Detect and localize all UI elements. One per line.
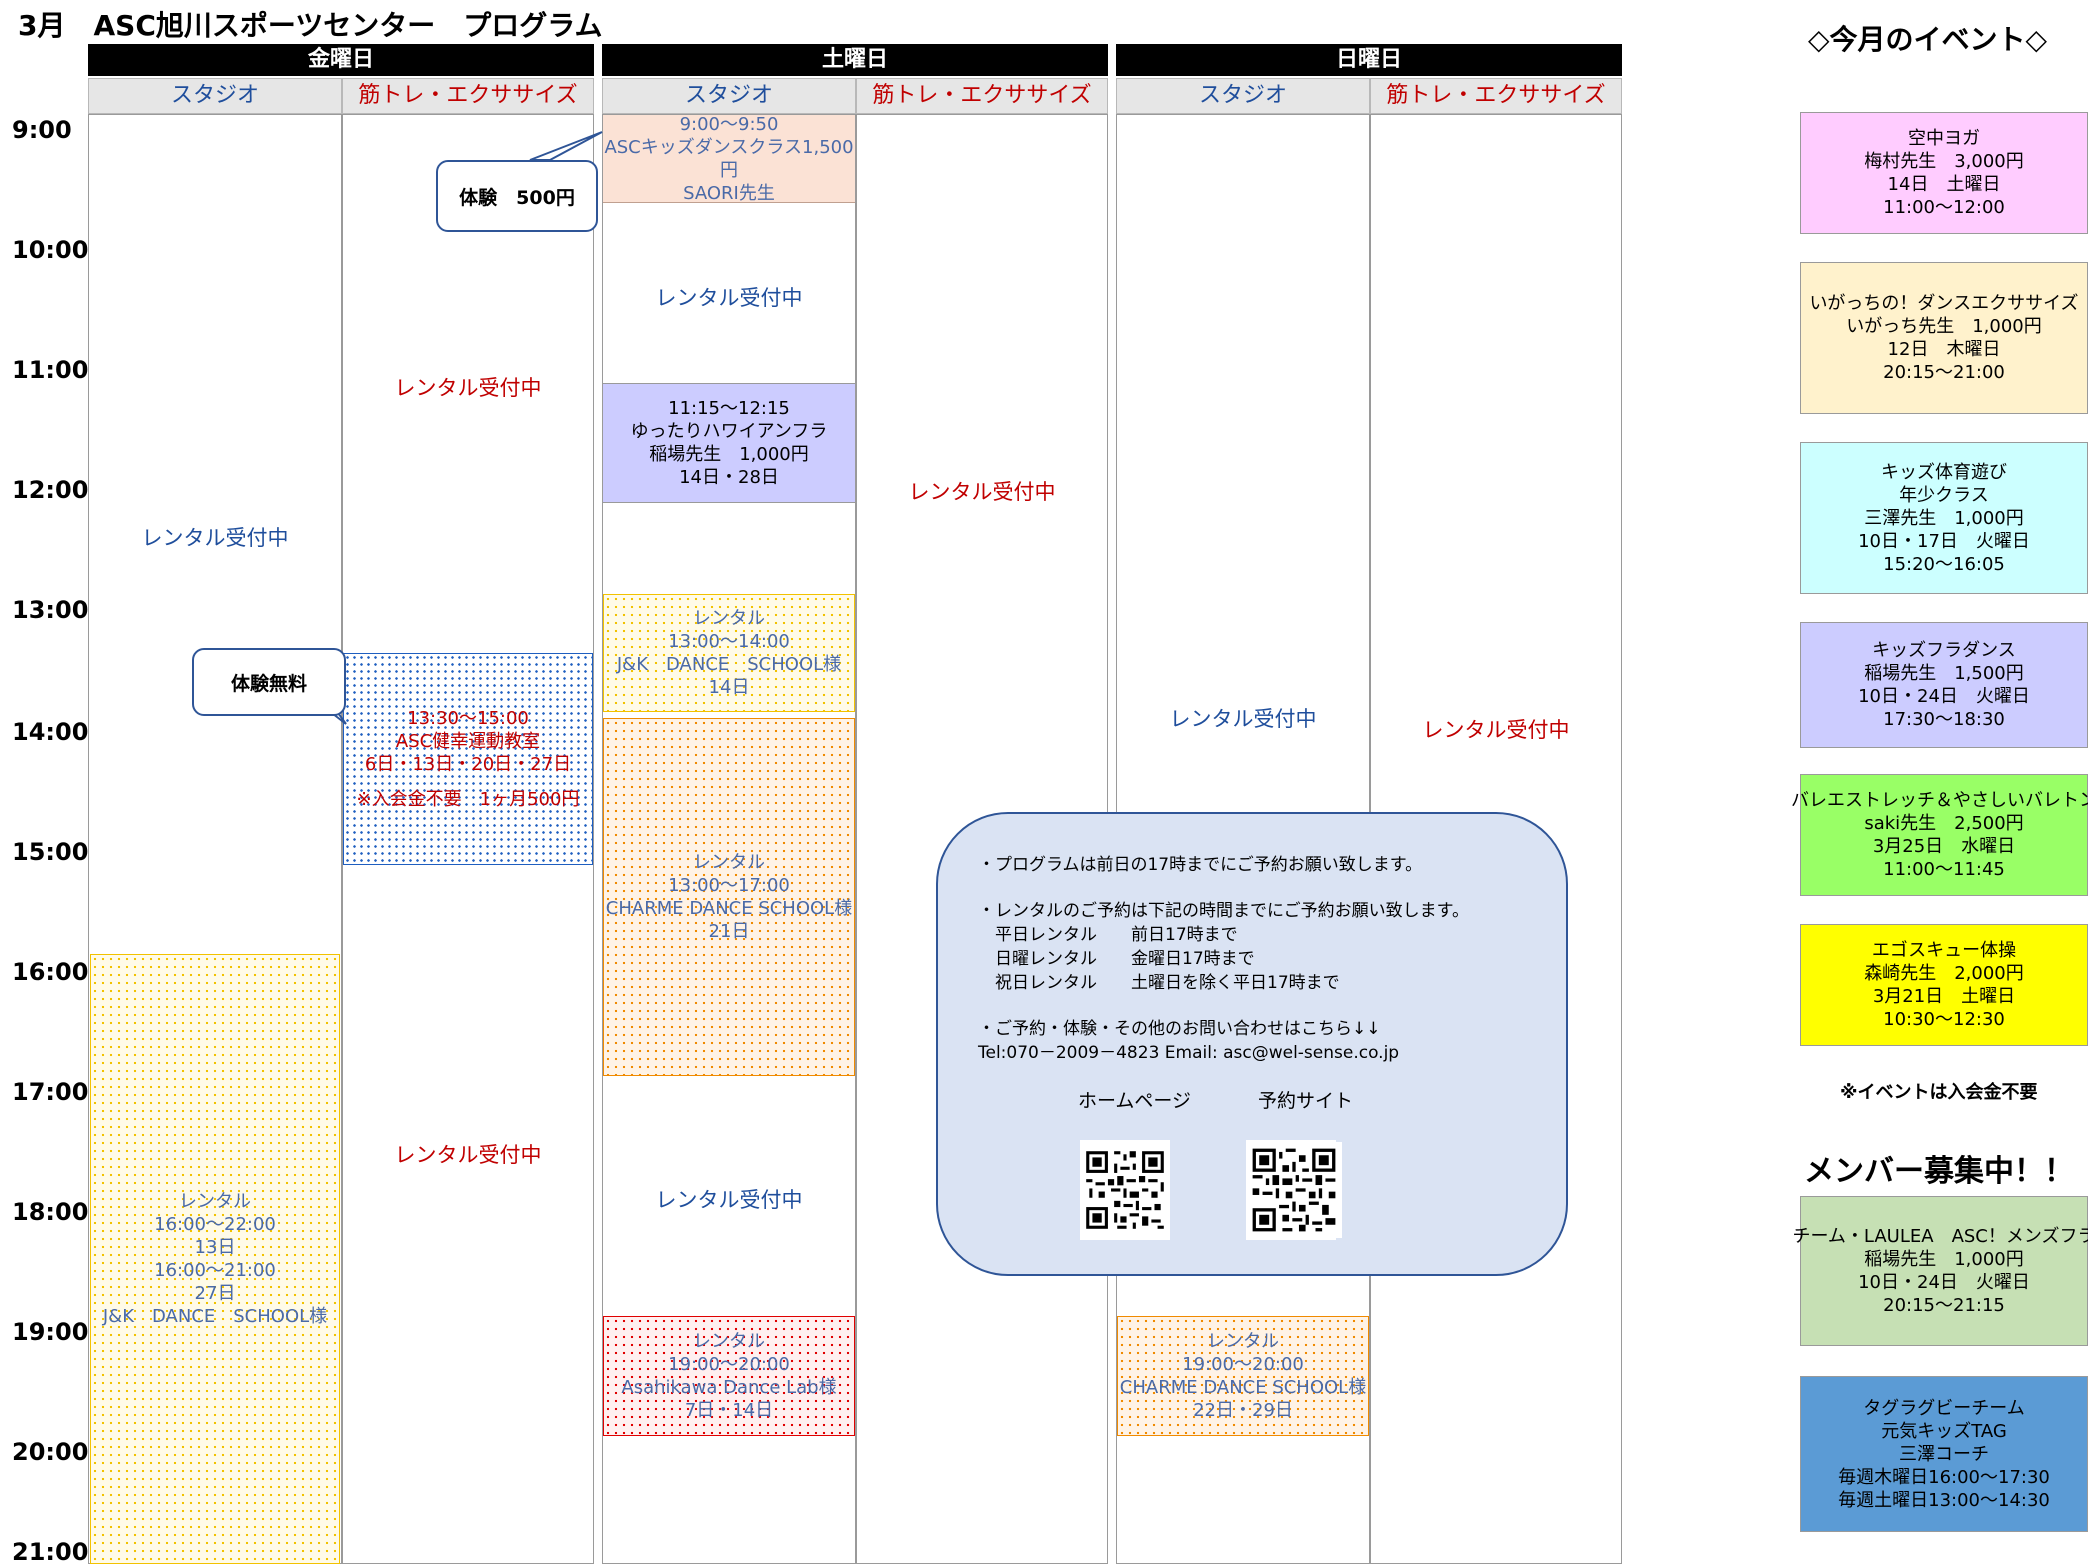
info-line: 日曜レンタル 金曜日17時まで	[978, 949, 1255, 969]
sun-studio-header: スタジオ	[1116, 78, 1370, 114]
event-card: いがっちの！ダンスエクササイズ いがっち先生 1,000円 12日 木曜日 20:15…	[1800, 262, 2088, 414]
fri-training-header: 筋トレ・エクササイズ	[342, 78, 594, 114]
events-title: ◇今月のイベント◇	[1808, 23, 2048, 56]
fri-studio-rental-block: レンタル 16:00～22:00 13日 16:00～21:00 27日 J&K…	[90, 954, 340, 1564]
info-line: 平日レンタル 前日17時まで	[978, 925, 1238, 945]
sun-charme-rental-block: レンタル 19:00～20:00 CHARME DANCE SCHOOL様 22…	[1117, 1316, 1369, 1436]
event-note: ※イベントは入会金不要	[1840, 1082, 2038, 1103]
time-label: 20:00	[12, 1438, 89, 1466]
reserve-site-label: 予約サイト	[1258, 1090, 1354, 1112]
homepage-qr-icon[interactable]	[1080, 1140, 1170, 1240]
time-label: 15:00	[12, 838, 89, 866]
sat-studio-rental-open-2: レンタル受付中	[655, 1188, 803, 1212]
sat-studio-header: スタジオ	[602, 78, 856, 114]
sat-hula-block: 11:15～12:15 ゆったりハワイアンフラ 稲場先生 1,000円 14日・…	[603, 383, 855, 503]
sat-training-header: 筋トレ・エクササイズ	[856, 78, 1108, 114]
sat-training-rental-open: レンタル受付中	[908, 480, 1056, 504]
fri-training-rental-open-1: レンタル受付中	[394, 376, 542, 400]
sat-jk-rental-block: レンタル 13:00～14:00 J&K DANCE SCHOOL様 14日	[603, 594, 855, 712]
reservation-info-box: ・プログラムは前日の17時までにご予約お願い致します。 ・レンタルのご予約は下記…	[936, 812, 1568, 1276]
event-card: キッズフラダンス 稲場先生 1,500円 10日・24日 火曜日 17:30～18:3…	[1800, 622, 2088, 748]
sun-studio-rental-open: レンタル受付中	[1169, 707, 1317, 731]
time-label: 9:00	[12, 116, 72, 144]
members-title: メンバー募集中！！	[1804, 1154, 2074, 1189]
fri-training-class-block: 13:30～15:00 ASC健幸運動教室 6日・13日・20日・27日 ※入会…	[343, 653, 593, 865]
day-header-sun: 日曜日	[1116, 44, 1622, 76]
callout-trial-free: 体験無料	[192, 648, 346, 716]
info-line: ・プログラムは前日の17時までにご予約お願い致します。	[978, 855, 1423, 875]
day-header-sat: 土曜日	[602, 44, 1108, 76]
contact-line: Tel:070－2009－4823 Email: asc@wel-sense.c…	[978, 1043, 1400, 1063]
time-label: 21:00	[12, 1538, 89, 1566]
member-card: チーム・LAULEA ASC！メンズフラ 稲場先生 1,000円 10日・24日 火…	[1792, 1196, 2088, 1346]
info-line: 祝日レンタル 土曜日を除く平日17時まで	[978, 973, 1340, 993]
sat-asahikawa-rental-block: レンタル 19:00～20:00 Asahikawa Dance Lab様 7日…	[603, 1316, 855, 1436]
sun-training-header: 筋トレ・エクササイズ	[1370, 78, 1622, 114]
homepage-label: ホームページ	[1078, 1090, 1192, 1112]
time-label: 17:00	[12, 1078, 89, 1106]
time-label: 14:00	[12, 718, 89, 746]
time-label: 12:00	[12, 476, 89, 504]
reserve-site-qr-icon[interactable]	[1246, 1140, 1342, 1240]
info-line: ・レンタルのご予約は下記の時間までにご予約お願い致します。	[978, 901, 1469, 921]
event-card: バレエストレッチ＆やさしいバレトン saki先生 2,500円 3月25日 水曜日 1…	[1791, 774, 2088, 896]
fri-training-rental-open-2: レンタル受付中	[394, 1143, 542, 1167]
event-card: 空中ヨガ 梅村先生 3,000円 14日 土曜日 11:00～12:00	[1800, 112, 2088, 234]
page-title: 3月 ASC旭川スポーツセンター プログラム	[18, 9, 603, 42]
time-label: 13:00	[12, 596, 89, 624]
event-card: エゴスキュー体操 森崎先生 2,000円 3月21日 土曜日 10:30～12:30	[1800, 924, 2088, 1046]
sat-charme-rental-block: レンタル 13:00～17:00 CHARME DANCE SCHOOL様 21…	[603, 718, 855, 1076]
time-label: 18:00	[12, 1198, 89, 1226]
time-label: 16:00	[12, 958, 89, 986]
time-label: 19:00	[12, 1318, 89, 1346]
sat-studio-rental-open-1: レンタル受付中	[655, 286, 803, 310]
sun-training-rental-open: レンタル受付中	[1422, 718, 1570, 742]
time-label: 10:00	[12, 236, 89, 264]
sat-kids-dance-block: 9:00～9:50 ASCキッズダンスクラス1,500 円 SAORI先生	[603, 113, 855, 204]
member-card: タグラグビーチーム 元気キッズTAG 三澤コーチ 毎週木曜日16:00～17:30 毎週…	[1800, 1376, 2088, 1532]
callout-trial-500: 体験 500円	[436, 160, 598, 232]
event-card: キッズ体育遊び 年少クラス 三澤先生 1,000円 10日・17日 火曜日 15:20～…	[1800, 442, 2088, 594]
time-label: 11:00	[12, 356, 89, 384]
fri-studio-rental-open: レンタル受付中	[141, 526, 289, 550]
day-header-fri: 金曜日	[88, 44, 594, 76]
fri-studio-header: スタジオ	[88, 78, 342, 114]
info-line: ・ご予約・体験・その他のお問い合わせはこちら↓↓	[978, 1019, 1381, 1039]
